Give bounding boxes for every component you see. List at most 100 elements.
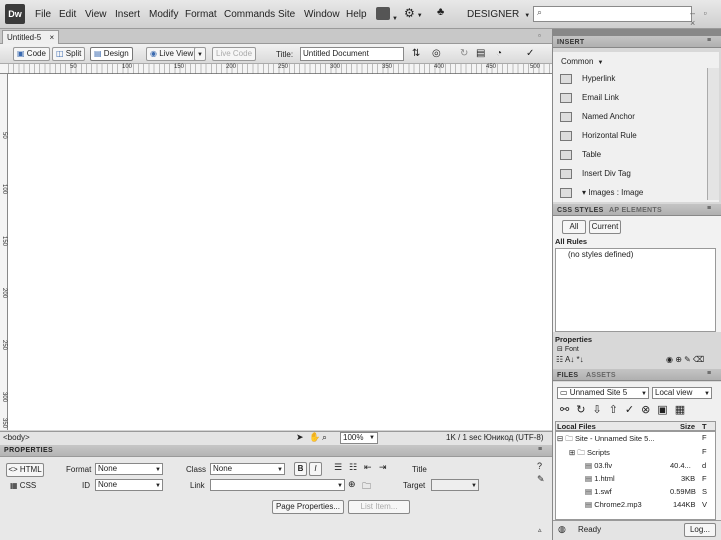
tag-selector[interactable]: <body> [3,433,30,442]
file-row[interactable]: ⊟ 🗀 Site - Unnamed Site 5... F [557,433,715,446]
type-column[interactable]: T [702,422,707,431]
css-action-icons[interactable]: ◉ ⊕ ✎ ⌫ [666,355,704,364]
file-management-icon[interactable]: ⇅ [412,48,420,59]
table-icon [560,150,572,160]
refresh-icon[interactable]: ↻ [460,48,468,59]
unordered-list-icon[interactable]: ☰ [334,462,342,473]
html-mode-button[interactable]: <> HTML [6,463,44,477]
insert-tab[interactable]: INSERT [557,39,584,46]
target-select[interactable]: ▼ [431,479,479,491]
preview-browser-icon[interactable]: ◎ [432,48,441,59]
list-item-button[interactable]: List Item... [348,500,410,514]
insert-scrollbar[interactable] [707,68,719,200]
zoom-select[interactable]: 100% ▼ [340,432,378,444]
link-input[interactable]: ▼ [210,479,345,491]
panel-menu-icon[interactable]: ≡ [538,446,542,453]
insert-category-select[interactable]: Common ▼ [561,57,603,66]
menu-help[interactable]: Help [346,9,367,20]
ruler-label: 50 [1,132,7,139]
split-view-button[interactable]: ◫ Split [52,47,86,61]
css-rules-list[interactable] [555,248,716,332]
panel-menu-icon[interactable]: ≡ [707,37,711,44]
layout-icon[interactable]: ▼ [376,7,398,22]
insert-image[interactable]: ▾ Images : Image [560,188,643,198]
log-button[interactable]: Log... [684,523,716,537]
outdent-icon[interactable]: ⇤ [364,462,372,473]
insert-div-tag[interactable]: Insert Div Tag [560,169,631,179]
show-category-icon[interactable]: ☷ A↓ *↓ [556,355,584,364]
file-row[interactable]: ⊞ 🗀 Scripts F [557,447,715,460]
file-row[interactable]: ▤ 1.html 3KB F [557,474,715,483]
id-select[interactable]: None ▼ [95,479,163,491]
assets-tab[interactable]: ASSETS [586,372,616,379]
code-view-button[interactable]: ▣ Code [13,47,50,61]
file-row[interactable]: ▤ 1.swf 0.59MB S [557,487,715,496]
title-label: Title: [276,50,294,59]
workspace-switcher[interactable]: DESIGNER ▼ [467,9,530,20]
view-select[interactable]: Local view ▼ [652,387,712,399]
document-tab[interactable]: Untitled-5 × [2,30,60,44]
expand-icon[interactable]: ▵ [538,526,542,534]
menu-insert[interactable]: Insert [115,9,140,20]
document-title-input[interactable]: Untitled Document [300,47,404,61]
window-controls[interactable]: – ▫ × [690,8,721,28]
insert-named-anchor[interactable]: Named Anchor [560,112,635,122]
menu-window[interactable]: Window [304,9,340,20]
menu-view[interactable]: View [85,9,107,20]
hand-tool-icon[interactable]: ✋ [309,432,320,443]
close-tab-icon[interactable]: × [49,33,54,42]
quick-tag-editor-icon[interactable]: ✎ [537,474,545,485]
css-current-button[interactable]: Current [589,220,621,234]
class-select[interactable]: None ▼ [210,463,285,475]
design-view-button[interactable]: ▤ Design [90,47,133,61]
css-styles-tab[interactable]: CSS STYLES [557,207,604,214]
css-all-button[interactable]: All [562,220,586,234]
menu-edit[interactable]: Edit [59,9,76,20]
panel-menu-icon[interactable]: ≡ [707,205,711,212]
ruler-label: 100 [122,64,133,70]
help-search-input[interactable]: ⌕ [533,6,692,22]
menu-file[interactable]: File [35,9,51,20]
extend-gear-icon[interactable]: ⚙ ▼ [404,6,423,20]
live-view-button[interactable]: ◉ Live View [146,47,198,61]
live-code-button[interactable]: Live Code [212,47,257,61]
site-icon[interactable]: ♣ [437,6,444,18]
insert-horizontal-rule[interactable]: Horizontal Rule [560,131,637,141]
menu-modify[interactable]: Modify [149,9,178,20]
insert-table[interactable]: Table [560,150,601,160]
menu-site[interactable]: Site [278,9,295,20]
ordered-list-icon[interactable]: ☷ [349,462,357,473]
select-tool-icon[interactable]: ➤ [296,432,304,443]
local-files-column[interactable]: Local Files [557,422,596,431]
menu-format[interactable]: Format [185,9,217,20]
panel-collapse-bar[interactable] [553,29,721,36]
live-view-dropdown[interactable]: ▼ [194,47,206,61]
check-browser-icon[interactable]: ✓ [526,48,534,59]
insert-hyperlink[interactable]: Hyperlink [560,74,615,84]
page-properties-button[interactable]: Page Properties... [272,500,344,514]
browse-folder-icon[interactable]: 🗀 [362,479,371,495]
css-mode-button[interactable]: ▦ CSS [10,481,36,490]
restore-icon[interactable]: ▫ [538,31,541,40]
view-options-icon[interactable]: ▤ [476,48,485,59]
file-row[interactable]: ▤ 03.flv 40.4... d [557,461,715,470]
help-icon[interactable]: ? [537,461,542,471]
bold-button[interactable]: B [294,462,307,476]
site-select[interactable]: ▭ Unnamed Site 5 ▼ [557,387,649,399]
file-row[interactable]: ▤ Chrome2.mp3 144KB V [557,500,715,509]
indent-icon[interactable]: ⇥ [379,462,387,473]
visual-aids-icon[interactable]: ◔ [496,48,502,59]
ap-elements-tab[interactable]: AP ELEMENTS [609,207,662,214]
italic-button[interactable]: I [309,462,322,476]
font-property-row[interactable]: ⊟ Font [557,345,579,353]
panel-menu-icon[interactable]: ≡ [707,370,711,377]
menu-commands[interactable]: Commands [224,9,275,20]
size-column[interactable]: Size [680,422,695,431]
insert-email-link[interactable]: Email Link [560,93,619,103]
files-toolbar-icons[interactable]: ⚯↻⇩⇧✓⊗▣▦ [560,403,692,416]
format-select[interactable]: None ▼ [95,463,163,475]
files-tab[interactable]: FILES [557,372,578,379]
zoom-tool-icon[interactable]: ⌕ [322,432,327,443]
point-to-file-icon[interactable]: ⊕ [348,479,356,490]
design-canvas[interactable] [8,74,552,430]
